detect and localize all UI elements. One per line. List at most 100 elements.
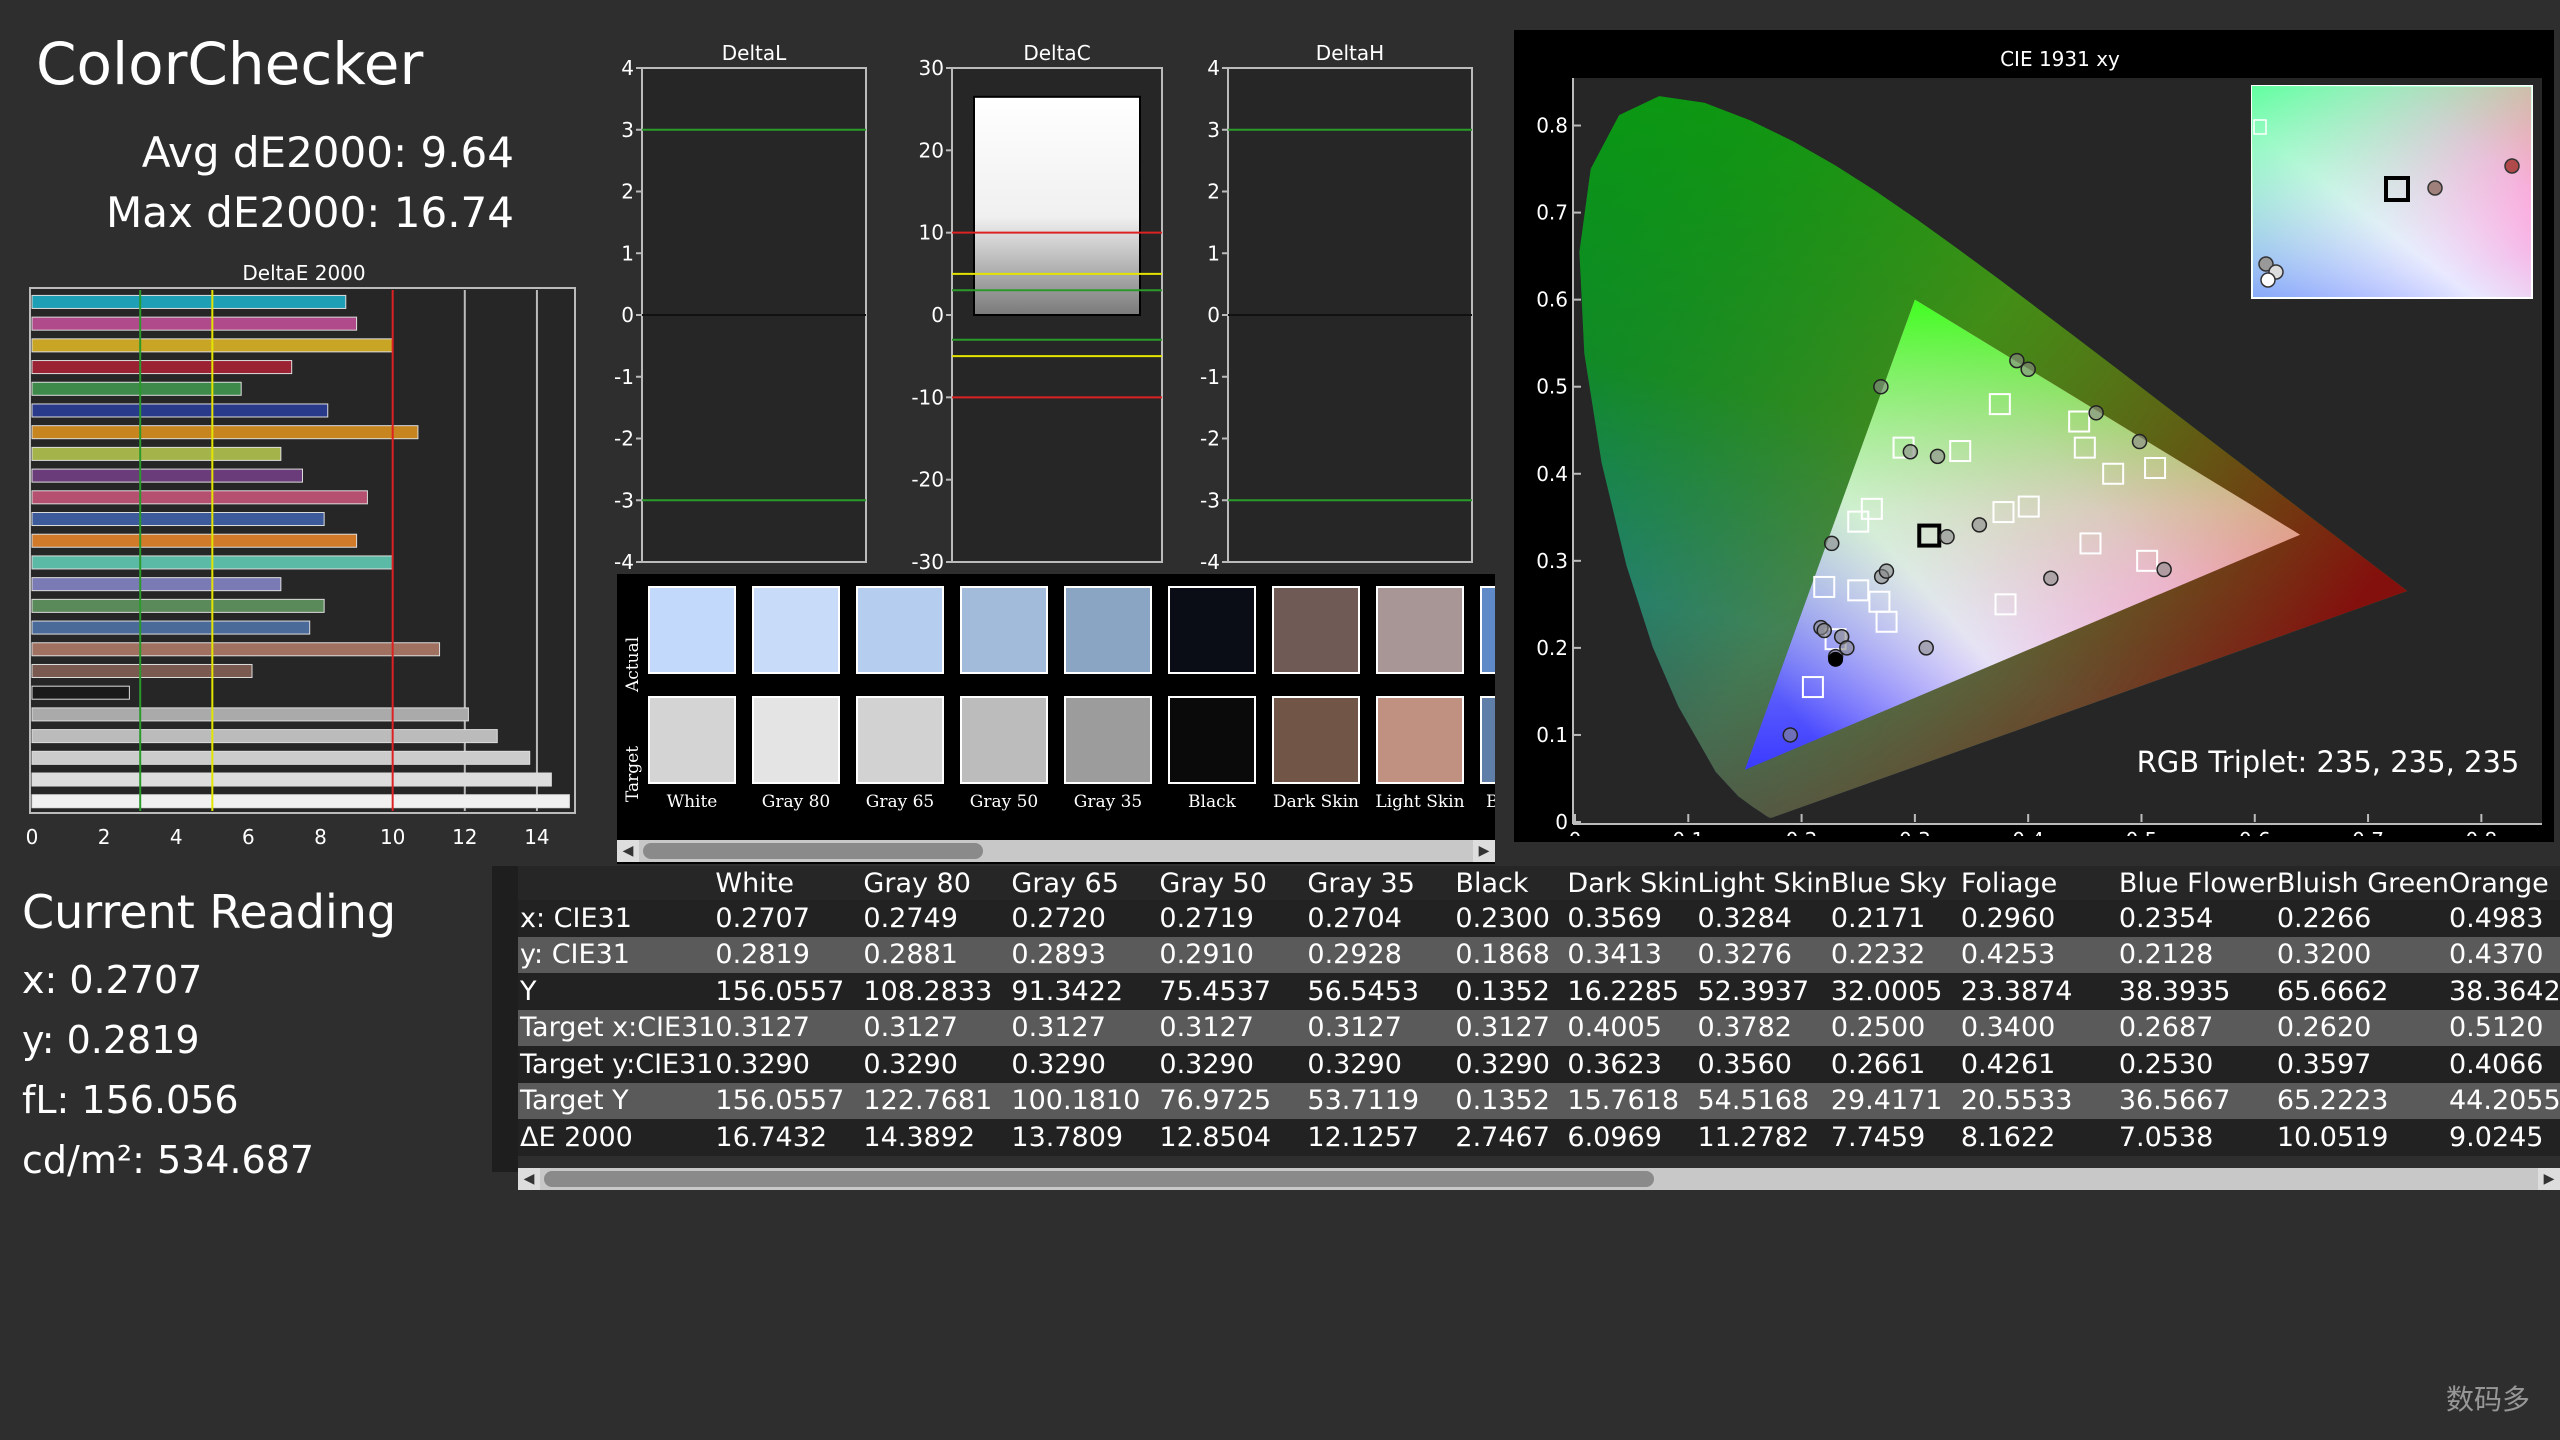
column-header[interactable]: Gray 80 (863, 866, 1012, 900)
cie-y-tick: 0.6 (1536, 288, 1568, 312)
table-cell: 0.2719 (1159, 900, 1308, 937)
actual-swatch (960, 586, 1048, 674)
table-cell: 0.3413 (1567, 936, 1698, 973)
table-cell: 0.3290 (715, 1046, 864, 1083)
column-header[interactable]: Bluish Green (2276, 866, 2449, 900)
cie-x-tick: 0.4 (2012, 828, 2044, 836)
measurements-table: White Gray 80 Gray 65 Gray 50 Gray 35 Black Da… (492, 866, 2560, 1204)
cie-y-tick: 0.8 (1536, 114, 1568, 138)
column-header[interactable]: Black (1455, 866, 1568, 900)
swatch-scrollbar[interactable]: ◀ ▶ (617, 840, 1495, 862)
column-header[interactable]: Light Skin (1697, 866, 1831, 900)
deltae-tick-label: 4 (170, 825, 183, 849)
deltae-bar (31, 772, 552, 787)
cie-1931-xy-chart: CIE 1931 xy 0 0.1 0.2 0.3 0.4 0.5 0.6 0.7 0.8 0 0.… (1536, 47, 2542, 836)
table-scroll-left-icon[interactable]: ◀ (518, 1168, 540, 1190)
column-header[interactable]: Gray 65 (1011, 866, 1160, 900)
scroll-right-arrow-icon[interactable]: ▶ (1473, 840, 1495, 862)
table-scroll-thumb[interactable] (544, 1171, 1654, 1187)
table-cell: 0.3290 (1307, 1046, 1456, 1083)
deltae-bar (31, 360, 293, 375)
delta-tick-label: 3 (621, 118, 634, 142)
table-cell: 23.3874 (1960, 973, 2119, 1010)
measured-point (1918, 640, 1934, 656)
table-cell: 0.3560 (1697, 1046, 1831, 1083)
deltae-tick-label: 8 (314, 825, 327, 849)
table-cell: 65.6662 (2276, 973, 2449, 1010)
target-swatch (1376, 696, 1464, 784)
table-row: y: CIE31 0.2819 0.2881 0.2893 0.2910 0.2928 0.… (518, 936, 2560, 973)
table-cell: 56.5453 (1307, 973, 1456, 1010)
cie-x-tick: 0 (1569, 828, 1582, 836)
target-swatch (1272, 696, 1360, 784)
swatch-scroll-thumb[interactable] (643, 843, 983, 859)
table-row-header-strip (492, 866, 518, 1172)
column-header[interactable]: Foliage (1960, 866, 2119, 900)
table-cell: 7.7459 (1830, 1119, 1961, 1156)
table-cell: 44.2055 (2449, 1082, 2560, 1119)
table-cell: 0.4253 (1960, 936, 2119, 973)
cie-x-tick: 0.8 (2465, 828, 2497, 836)
delta-tick-label: -10 (911, 385, 944, 409)
deltae-tick-label: 6 (242, 825, 255, 849)
actual-swatch (856, 586, 944, 674)
deltae-bar (31, 468, 303, 483)
watermark-logo: 数码多 (2445, 1383, 2530, 1416)
cie-y-tick: 0.2 (1536, 636, 1568, 660)
table-cell: 32.0005 (1830, 973, 1961, 1010)
table-cell: 0.3290 (1011, 1046, 1160, 1083)
actual-swatch (1480, 586, 1495, 674)
current-x: x: 0.2707 (22, 958, 203, 1002)
row-label: ΔE 2000 (518, 1119, 716, 1156)
deltae-bar (31, 620, 311, 635)
table-cell: 0.2928 (1307, 936, 1456, 973)
avg-de-label: Avg dE2000: 9.64 (141, 128, 514, 177)
swatch-label: Black (1188, 792, 1236, 812)
target-swatch (648, 696, 736, 784)
delta-tick-label: 4 (621, 56, 634, 80)
table-row: Y 156.0557 108.2833 91.3422 75.4537 56.5453 0.… (518, 973, 2560, 1010)
table-row: Target x:CIE31 0.3127 0.3127 0.3127 0.3127 0.… (518, 1009, 2560, 1046)
table-cell: 0.3200 (2276, 936, 2449, 973)
table-cell: 36.5667 (2118, 1082, 2277, 1119)
table-cell: 0.4005 (1567, 1009, 1698, 1046)
column-header[interactable]: Gray 35 (1307, 866, 1456, 900)
table-cell: 0.3127 (1011, 1009, 1160, 1046)
actual-swatch (648, 586, 736, 674)
delta-tick-label: -1 (1200, 365, 1220, 389)
swatch-column: Black (1164, 582, 1260, 832)
deltae-bar (31, 707, 469, 722)
delta-tick-label: -30 (911, 550, 944, 574)
table-cell: 0.2354 (2118, 900, 2277, 937)
target-swatch (856, 696, 944, 784)
table-scroll-right-icon[interactable]: ▶ (2538, 1168, 2560, 1190)
table-cell: 0.2171 (1830, 900, 1961, 937)
deltae-bar (31, 381, 242, 396)
table-cell: 0.3284 (1697, 900, 1831, 937)
current-reading-title: Current Reading (22, 885, 397, 939)
cie-y-tick: 0.4 (1536, 462, 1568, 486)
target-label: Target (623, 745, 643, 802)
scroll-left-arrow-icon[interactable]: ◀ (617, 840, 639, 862)
swatch-column: Gray 65 (852, 582, 948, 832)
table-cell: 0.2707 (715, 900, 864, 937)
deltae-bar (31, 294, 347, 309)
column-header[interactable]: Gray 50 (1159, 866, 1308, 900)
row-label: x: CIE31 (518, 900, 716, 937)
column-header[interactable]: Dark Skin (1567, 866, 1698, 900)
column-header[interactable]: Orange (2449, 866, 2560, 900)
table-cell: 15.7618 (1567, 1082, 1698, 1119)
table-cell: 8.1622 (1960, 1119, 2119, 1156)
table-cell: 75.4537 (1159, 973, 1308, 1010)
table-cell: 16.7432 (715, 1119, 864, 1156)
column-header[interactable]: White (715, 866, 864, 900)
column-header[interactable]: Blue Sky (1830, 866, 1961, 900)
table-scrollbar[interactable]: ◀ ▶ (518, 1168, 2560, 1190)
deltae-bar (31, 533, 358, 548)
table-cell: 0.2720 (1011, 900, 1160, 937)
column-header[interactable]: Blue Flower (2118, 866, 2277, 900)
table-cell: 0.4370 (2449, 936, 2560, 973)
delta-tick-label: 4 (1207, 56, 1220, 80)
table-cell: 2.7467 (1455, 1119, 1568, 1156)
measured-point (1873, 378, 1889, 395)
